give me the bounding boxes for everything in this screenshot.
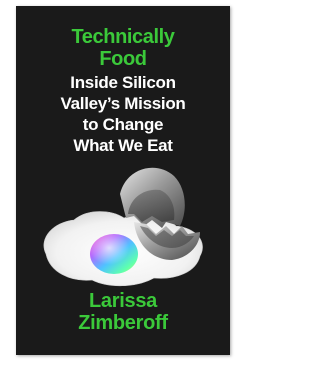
book-title-line-1: Technically	[71, 26, 175, 48]
book-title: Technically Food	[16, 26, 230, 70]
book-title-line-2: Food	[99, 48, 147, 70]
cracked-egg-illustration	[43, 167, 203, 287]
book-author-line-1: Larissa	[89, 290, 157, 312]
book-subtitle: Inside Silicon Valley’s Mission to Chang…	[16, 72, 230, 156]
book-subtitle-line-2: Valley’s Mission	[60, 94, 186, 113]
page: Technically Food Inside Silicon Valley’s…	[0, 0, 249, 366]
book-author: Larissa Zimberoff	[16, 290, 230, 334]
book-subtitle-line-4: What We Eat	[73, 136, 173, 155]
book-subtitle-line-3: to Change	[82, 115, 164, 134]
book-subtitle-line-1: Inside Silicon	[70, 73, 176, 92]
book-author-line-2: Zimberoff	[78, 312, 168, 334]
book-cover[interactable]: Technically Food Inside Silicon Valley’s…	[16, 6, 230, 355]
